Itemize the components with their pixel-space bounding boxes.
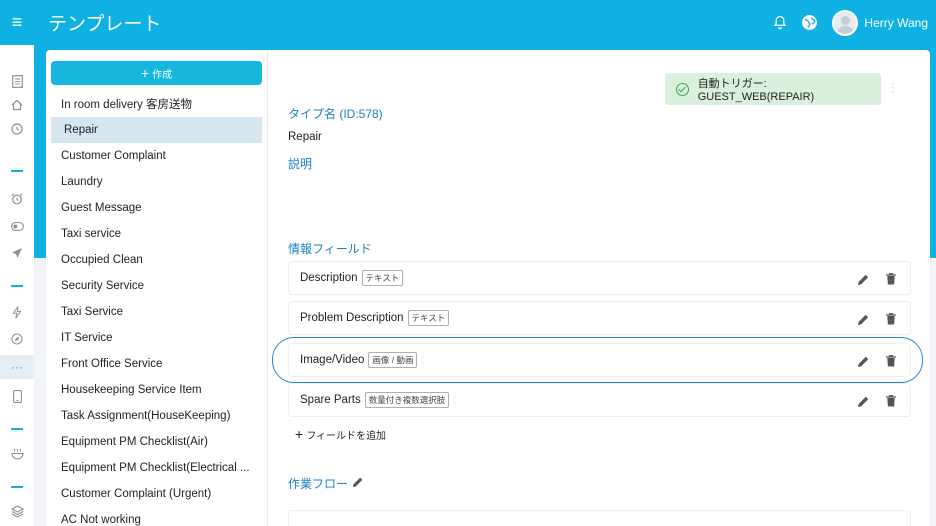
template-list: + 作成 In room delivery 客房送物 Repair Custom… xyxy=(46,50,268,526)
field-row: Description テキスト xyxy=(288,261,911,295)
template-item[interactable]: Security Service xyxy=(51,273,262,299)
template-item[interactable]: Equipment PM Checklist(Electrical ... xyxy=(51,455,262,481)
top-bar-actions: Herry Wang xyxy=(773,0,928,45)
plus-icon: + xyxy=(295,426,304,442)
alarm-icon[interactable] xyxy=(0,188,34,210)
list-icon[interactable] xyxy=(0,70,34,92)
template-detail: 自動トリガー: GUEST_WEB(REPAIR) · · · タイプ名 (ID:5… xyxy=(268,50,930,526)
template-item[interactable]: Laundry xyxy=(51,169,262,195)
info-fields-label: 情報フィールド xyxy=(288,242,372,256)
field-name: Problem Description xyxy=(300,312,404,324)
edit-icon[interactable] xyxy=(352,476,364,491)
template-item[interactable]: Task Assignment(HouseKeeping) xyxy=(51,403,262,429)
rail-divider xyxy=(11,486,23,488)
delete-icon[interactable] xyxy=(886,273,896,285)
globe-icon[interactable] xyxy=(801,14,818,31)
description-label: 説明 xyxy=(288,157,313,171)
top-bar: ≡ テンプレート Herry Wang xyxy=(0,0,936,45)
field-row: Spare Parts 数量付き複数選択肢 xyxy=(288,383,911,417)
template-item[interactable]: In room delivery 客房送物 xyxy=(51,91,262,117)
add-field-label: フィールドを追加 xyxy=(306,430,386,442)
workflow-label: 作業フロー xyxy=(288,477,349,491)
delete-icon[interactable] xyxy=(886,395,896,407)
type-name-value: Repair xyxy=(288,131,322,143)
bell-icon[interactable] xyxy=(773,15,787,30)
add-field-button[interactable]: + フィールドを追加 xyxy=(295,426,386,442)
template-item[interactable]: Taxi Service xyxy=(51,299,262,325)
field-name: Spare Parts xyxy=(300,394,361,406)
toggle-icon[interactable] xyxy=(0,215,34,237)
auto-trigger-text: 自動トリガー: GUEST_WEB(REPAIR) xyxy=(697,78,815,103)
template-item[interactable]: AC Not working xyxy=(51,507,262,526)
icon-rail: ··· xyxy=(0,45,34,526)
delete-icon[interactable] xyxy=(886,313,896,325)
template-item[interactable]: Housekeeping Service Item xyxy=(51,377,262,403)
page-title: テンプレート xyxy=(48,14,162,35)
template-item[interactable]: Customer Complaint (Urgent) xyxy=(51,481,262,507)
template-item[interactable]: Equipment PM Checklist(Air) xyxy=(51,429,262,455)
more-icon[interactable]: ··· xyxy=(0,355,34,379)
layers-icon[interactable] xyxy=(0,500,34,522)
check-circle-icon xyxy=(676,82,689,96)
rail-divider xyxy=(11,285,23,287)
field-row: Problem Description テキスト xyxy=(288,301,911,335)
bolt-icon[interactable] xyxy=(0,301,34,323)
field-name: Description xyxy=(300,272,358,284)
rail-divider xyxy=(11,428,23,430)
edit-icon[interactable] xyxy=(857,313,870,326)
compass-icon[interactable] xyxy=(0,328,34,350)
edit-icon[interactable] xyxy=(857,395,870,408)
type-name-label: タイプ名 (ID:578) xyxy=(288,107,383,121)
field-type-badge: テキスト xyxy=(361,270,404,286)
more-vert-icon[interactable]: · · · xyxy=(891,77,895,97)
create-template-button[interactable]: + 作成 xyxy=(51,61,262,85)
field-type-badge: テキスト xyxy=(407,310,450,326)
workflow-heading: 作業フロー xyxy=(288,475,364,492)
workflow-panel xyxy=(288,510,911,526)
rail-divider xyxy=(11,170,23,172)
menu-icon[interactable]: ≡ xyxy=(0,0,34,45)
clock-icon[interactable] xyxy=(0,118,34,140)
template-item[interactable]: Front Office Service xyxy=(51,351,262,377)
create-label: 作成 xyxy=(152,69,173,81)
avatar[interactable] xyxy=(832,9,859,36)
template-item-selected[interactable]: Repair xyxy=(51,117,262,143)
bowl-icon[interactable] xyxy=(0,443,34,465)
phone-icon[interactable] xyxy=(0,385,34,407)
template-item[interactable]: Guest Message xyxy=(51,195,262,221)
template-item[interactable]: Taxi service xyxy=(51,221,262,247)
template-item[interactable]: Customer Complaint xyxy=(51,143,262,169)
highlight-outline xyxy=(272,337,923,383)
user-name[interactable]: Herry Wang xyxy=(864,16,928,30)
plus-icon: + xyxy=(140,65,150,81)
template-card: + 作成 In room delivery 客房送物 Repair Custom… xyxy=(46,50,930,526)
field-type-badge: 数量付き複数選択肢 xyxy=(364,392,450,408)
auto-trigger-badge: 自動トリガー: GUEST_WEB(REPAIR) xyxy=(665,73,881,105)
send-icon[interactable] xyxy=(0,242,34,264)
home-icon[interactable] xyxy=(0,94,34,116)
template-item[interactable]: IT Service xyxy=(51,325,262,351)
edit-icon[interactable] xyxy=(857,273,870,286)
template-item[interactable]: Occupied Clean xyxy=(51,247,262,273)
